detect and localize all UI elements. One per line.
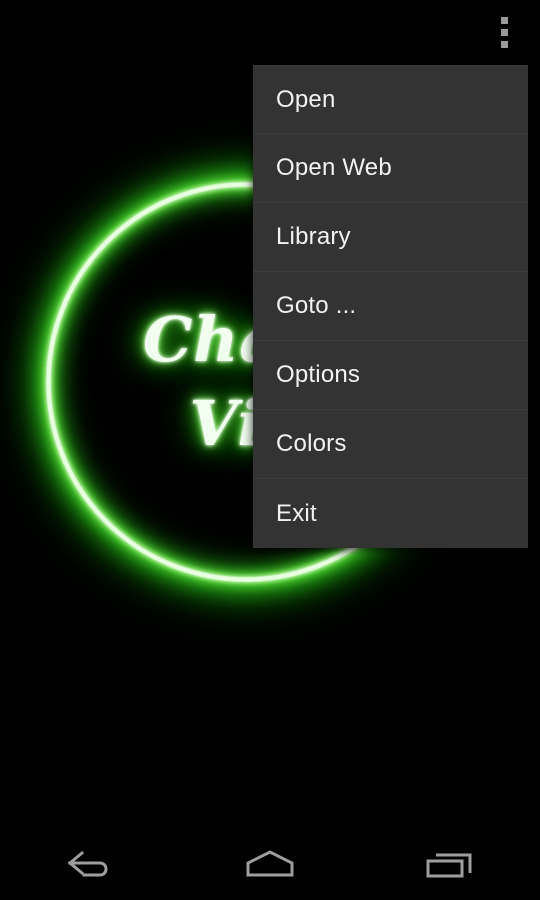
nav-back-button[interactable] [30,830,150,900]
nav-recents-button[interactable] [390,830,510,900]
menu-item-label: Colors [276,430,347,457]
menu-item-label: Exit [276,499,317,527]
menu-item-label: Library [276,223,351,250]
menu-item-label: Open [276,85,336,113]
menu-item-label: Options [276,361,361,388]
overflow-dot-top [500,16,508,24]
menu-item-open-web[interactable]: Open Web [253,134,528,203]
device-screen: Chalk Vie Open Open Web Library Goto ...… [0,0,540,900]
menu-item-open[interactable]: Open [253,65,528,134]
recents-icon [420,847,480,883]
overflow-dot-bottom [500,40,508,48]
overflow-popup-menu: Open Open Web Library Goto ... Options C… [253,65,528,548]
overflow-menu-icon[interactable] [480,8,528,56]
menu-item-exit[interactable]: Exit [253,479,528,548]
menu-item-library[interactable]: Library [253,203,528,272]
back-arrow-icon [62,847,118,883]
menu-item-colors[interactable]: Colors [253,410,528,479]
overflow-dot-middle [500,28,508,36]
menu-item-label: Goto ... [276,292,357,319]
home-icon [240,847,300,883]
android-navigation-bar [0,830,540,900]
menu-item-label: Open Web [276,154,392,181]
menu-item-options[interactable]: Options [253,341,528,410]
nav-home-button[interactable] [210,830,330,900]
menu-item-goto[interactable]: Goto ... [253,272,528,341]
